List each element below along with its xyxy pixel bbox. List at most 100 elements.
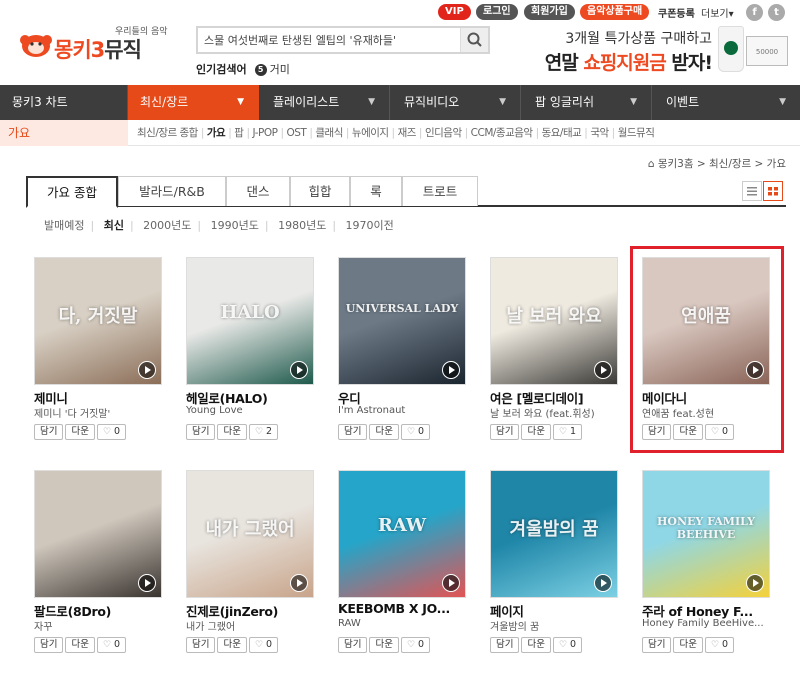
subnav-link[interactable]: 월드뮤직 xyxy=(615,127,658,139)
like-button[interactable]: ♡ 2 xyxy=(248,424,279,440)
breadcrumb-home[interactable]: 몽키3홈 xyxy=(658,158,694,170)
save-button[interactable]: 담기 xyxy=(642,424,672,440)
nav-item-music-video[interactable]: 뮤직비디오 ▼ xyxy=(390,85,521,120)
subnav-link[interactable]: 인디음악 xyxy=(422,127,465,139)
like-button[interactable]: ♡ 0 xyxy=(96,424,127,440)
album-cover[interactable]: UNIVERSAL LADY xyxy=(338,257,466,385)
album-artist[interactable]: I'm Astronaut xyxy=(338,405,478,416)
like-button[interactable]: ♡ 1 xyxy=(552,424,583,440)
save-button[interactable]: 담기 xyxy=(34,637,64,653)
grid-view-button[interactable] xyxy=(763,181,783,201)
album-artist[interactable]: 겨울밤의 꿈 xyxy=(490,618,630,633)
filter-before-1970[interactable]: 1970이전 xyxy=(346,219,394,232)
coupon-link[interactable]: 쿠폰등록 xyxy=(658,5,695,20)
join-button[interactable]: 회원가입 xyxy=(524,4,575,20)
filter-1990s[interactable]: 1990년도 xyxy=(211,219,259,232)
subnav-link[interactable]: CCM/종교음악 xyxy=(468,127,536,139)
album-cover[interactable]: HALO xyxy=(186,257,314,385)
like-button[interactable]: ♡ 0 xyxy=(248,637,279,653)
site-logo[interactable]: 우리들의 음악 몽키3뮤직 xyxy=(20,24,180,64)
album-artist[interactable]: 자꾸 xyxy=(34,618,174,633)
list-view-button[interactable] xyxy=(742,181,762,201)
play-icon[interactable] xyxy=(290,361,308,379)
subnav-link[interactable]: 국악 xyxy=(587,127,611,139)
filter-upcoming[interactable]: 발매예정 xyxy=(44,219,84,232)
more-menu[interactable]: 더보기▾ xyxy=(701,5,734,20)
like-button[interactable]: ♡ 0 xyxy=(400,637,431,653)
subnav-link[interactable]: J-POP xyxy=(249,127,280,139)
download-button[interactable]: 다운 xyxy=(65,637,95,653)
album-cover[interactable]: RAW xyxy=(338,470,466,598)
search-button[interactable] xyxy=(460,28,488,52)
album-cover[interactable]: HONEY FAMILY BEEHIVE xyxy=(642,470,770,598)
subnav-link[interactable]: 팝 xyxy=(231,127,246,139)
search-input[interactable] xyxy=(198,28,460,52)
like-button[interactable]: ♡ 0 xyxy=(400,424,431,440)
album-artist[interactable]: 내가 그랬어 xyxy=(186,618,326,633)
tab-dance[interactable]: 댄스 xyxy=(226,176,290,206)
popular-keyword-link[interactable]: 거미 xyxy=(270,63,290,76)
album-artist[interactable]: 연애꿈 feat.성현 xyxy=(642,405,782,420)
download-button[interactable]: 다운 xyxy=(369,424,399,440)
play-icon[interactable] xyxy=(138,574,156,592)
subnav-link[interactable]: 뉴에이지 xyxy=(349,127,392,139)
nav-item-chart[interactable]: 몽키3 차트 xyxy=(0,85,128,120)
like-button[interactable]: ♡ 0 xyxy=(704,637,735,653)
download-button[interactable]: 다운 xyxy=(369,637,399,653)
play-icon[interactable] xyxy=(290,574,308,592)
album-title[interactable]: KEEBOMB X JO... xyxy=(338,601,478,616)
subnav-link[interactable]: 가요 xyxy=(204,127,228,139)
play-icon[interactable] xyxy=(746,574,764,592)
subnav-link[interactable]: 재즈 xyxy=(395,127,419,139)
subnav-link[interactable]: 동요/태교 xyxy=(539,127,585,139)
twitter-icon[interactable]: t xyxy=(768,4,785,21)
download-button[interactable]: 다운 xyxy=(65,424,95,440)
tab-all[interactable]: 가요 종합 xyxy=(26,176,118,208)
like-button[interactable]: ♡ 0 xyxy=(552,637,583,653)
album-cover[interactable]: 날 보러 와요 xyxy=(490,257,618,385)
save-button[interactable]: 담기 xyxy=(642,637,672,653)
subnav-link[interactable]: 클래식 xyxy=(312,127,345,139)
tab-trot[interactable]: 트로트 xyxy=(402,176,478,206)
album-cover[interactable]: 겨울밤의 꿈 xyxy=(490,470,618,598)
play-icon[interactable] xyxy=(746,361,764,379)
save-button[interactable]: 담기 xyxy=(338,424,368,440)
login-button[interactable]: 로그인 xyxy=(476,4,518,20)
album-cover[interactable]: 다, 거짓말 xyxy=(34,257,162,385)
filter-1980s[interactable]: 1980년도 xyxy=(278,219,326,232)
album-cover[interactable] xyxy=(34,470,162,598)
facebook-icon[interactable]: f xyxy=(746,4,763,21)
save-button[interactable]: 담기 xyxy=(34,424,64,440)
album-cover[interactable]: 연애꿈 xyxy=(642,257,770,385)
breadcrumb-level2[interactable]: 가요 xyxy=(767,158,786,170)
vip-button[interactable]: VIP xyxy=(438,4,471,20)
album-artist[interactable]: Honey Family BeeHive... xyxy=(642,618,782,629)
like-button[interactable]: ♡ 0 xyxy=(96,637,127,653)
play-icon[interactable] xyxy=(442,574,460,592)
save-button[interactable]: 담기 xyxy=(186,424,216,440)
album-artist[interactable]: 날 보러 와요 (feat.휘성) xyxy=(490,405,630,420)
tab-rock[interactable]: 록 xyxy=(350,176,402,206)
download-button[interactable]: 다운 xyxy=(217,424,247,440)
download-button[interactable]: 다운 xyxy=(673,424,703,440)
play-icon[interactable] xyxy=(442,361,460,379)
breadcrumb-level1[interactable]: 최신/장르 xyxy=(709,158,751,170)
subnav-link[interactable]: 최신/장르 종합 xyxy=(134,127,201,139)
tab-hiphop[interactable]: 힙합 xyxy=(290,176,350,206)
download-button[interactable]: 다운 xyxy=(673,637,703,653)
play-icon[interactable] xyxy=(594,574,612,592)
album-cover[interactable]: 내가 그랬어 xyxy=(186,470,314,598)
save-button[interactable]: 담기 xyxy=(186,637,216,653)
nav-item-playlist[interactable]: 플레이리스트 ▼ xyxy=(259,85,390,120)
buy-music-button[interactable]: 음악상품구매 xyxy=(580,4,650,20)
album-artist[interactable]: Young Love xyxy=(186,405,326,416)
nav-item-event[interactable]: 이벤트 ▼ xyxy=(652,85,800,120)
play-icon[interactable] xyxy=(138,361,156,379)
tab-ballad-rnb[interactable]: 발라드/R&B xyxy=(118,176,226,206)
album-artist[interactable]: RAW xyxy=(338,618,478,629)
filter-2000s[interactable]: 2000년도 xyxy=(143,219,191,232)
download-button[interactable]: 다운 xyxy=(217,637,247,653)
nav-item-pop-english[interactable]: 팝 잉글리쉬 ▼ xyxy=(521,85,652,120)
nav-item-latest-genre[interactable]: 최신/장르 ▼ xyxy=(128,85,259,120)
promo-banner[interactable]: 3개월 특가상품 구매하고 연말 쇼핑지원금 받자! 50000 xyxy=(512,22,792,82)
